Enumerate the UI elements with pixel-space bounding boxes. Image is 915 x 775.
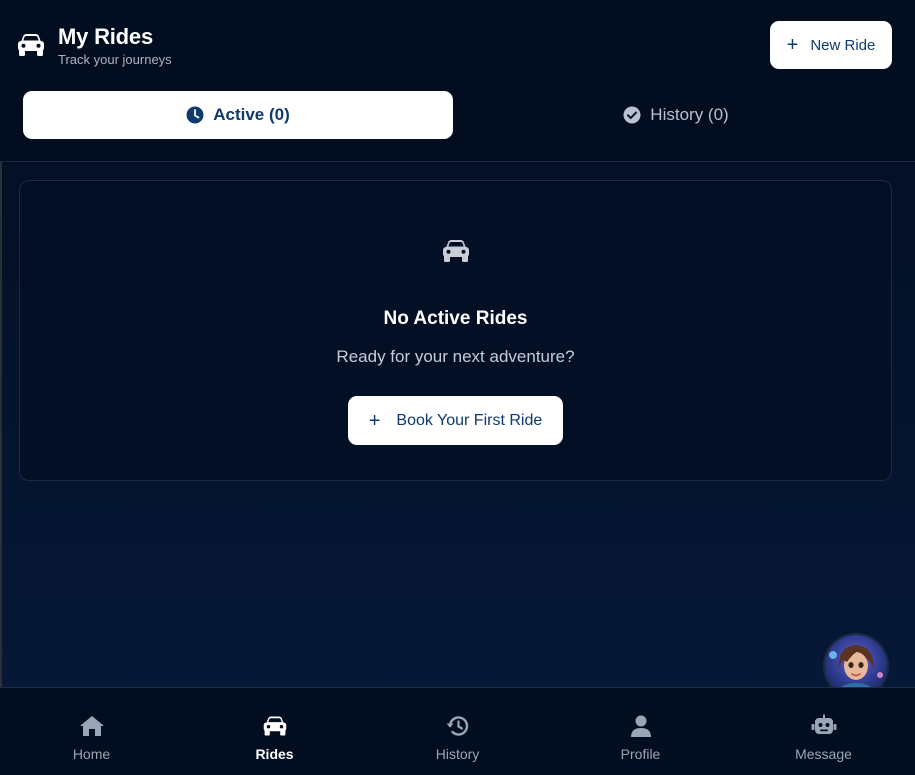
car-icon [18, 34, 44, 56]
tab-history[interactable]: History (0) [461, 91, 891, 139]
nav-item-message[interactable]: Message [732, 688, 915, 775]
nav-item-rides[interactable]: Rides [183, 688, 366, 775]
history-icon [446, 716, 468, 736]
page-subtitle: Track your journeys [58, 52, 172, 67]
tab-active-label: Active (0) [213, 105, 290, 124]
check-circle-icon [623, 106, 641, 124]
page-header: My Rides Track your journeys + New Ride … [0, 0, 915, 162]
plus-icon: + [786, 34, 799, 56]
clock-icon [186, 106, 204, 124]
empty-state-title: No Active Rides [383, 308, 528, 329]
empty-state-subtitle: Ready for your next adventure? [336, 347, 575, 366]
nav-label-message: Message [795, 746, 852, 762]
new-ride-button[interactable]: + New Ride [770, 21, 892, 69]
user-icon [630, 715, 651, 737]
nav-item-home[interactable]: Home [0, 688, 183, 775]
nav-label-home: Home [72, 746, 111, 762]
ride-tabs: Active (0) History (0) [23, 91, 891, 139]
bottom-nav: Home Rides History Profile Message [0, 687, 915, 775]
car-icon [263, 716, 286, 736]
home-icon [79, 716, 104, 736]
tab-history-label: History (0) [650, 105, 729, 124]
nav-item-history[interactable]: History [366, 688, 549, 775]
book-first-ride-button[interactable]: + Book Your First Ride [348, 396, 563, 445]
plus-icon: + [368, 409, 381, 432]
nav-label-rides: Rides [255, 746, 294, 762]
robot-icon [811, 714, 836, 734]
tab-active[interactable]: Active (0) [23, 91, 453, 139]
nav-label-history: History [435, 746, 480, 762]
new-ride-label: New Ride [810, 36, 876, 54]
book-first-ride-label: Book Your First Ride [396, 411, 543, 429]
car-icon [443, 240, 469, 262]
page-title: My Rides [58, 24, 153, 49]
empty-state-card: No Active Rides Ready for your next adve… [19, 180, 892, 481]
nav-item-profile[interactable]: Profile [549, 688, 732, 775]
nav-label-profile: Profile [620, 746, 661, 762]
